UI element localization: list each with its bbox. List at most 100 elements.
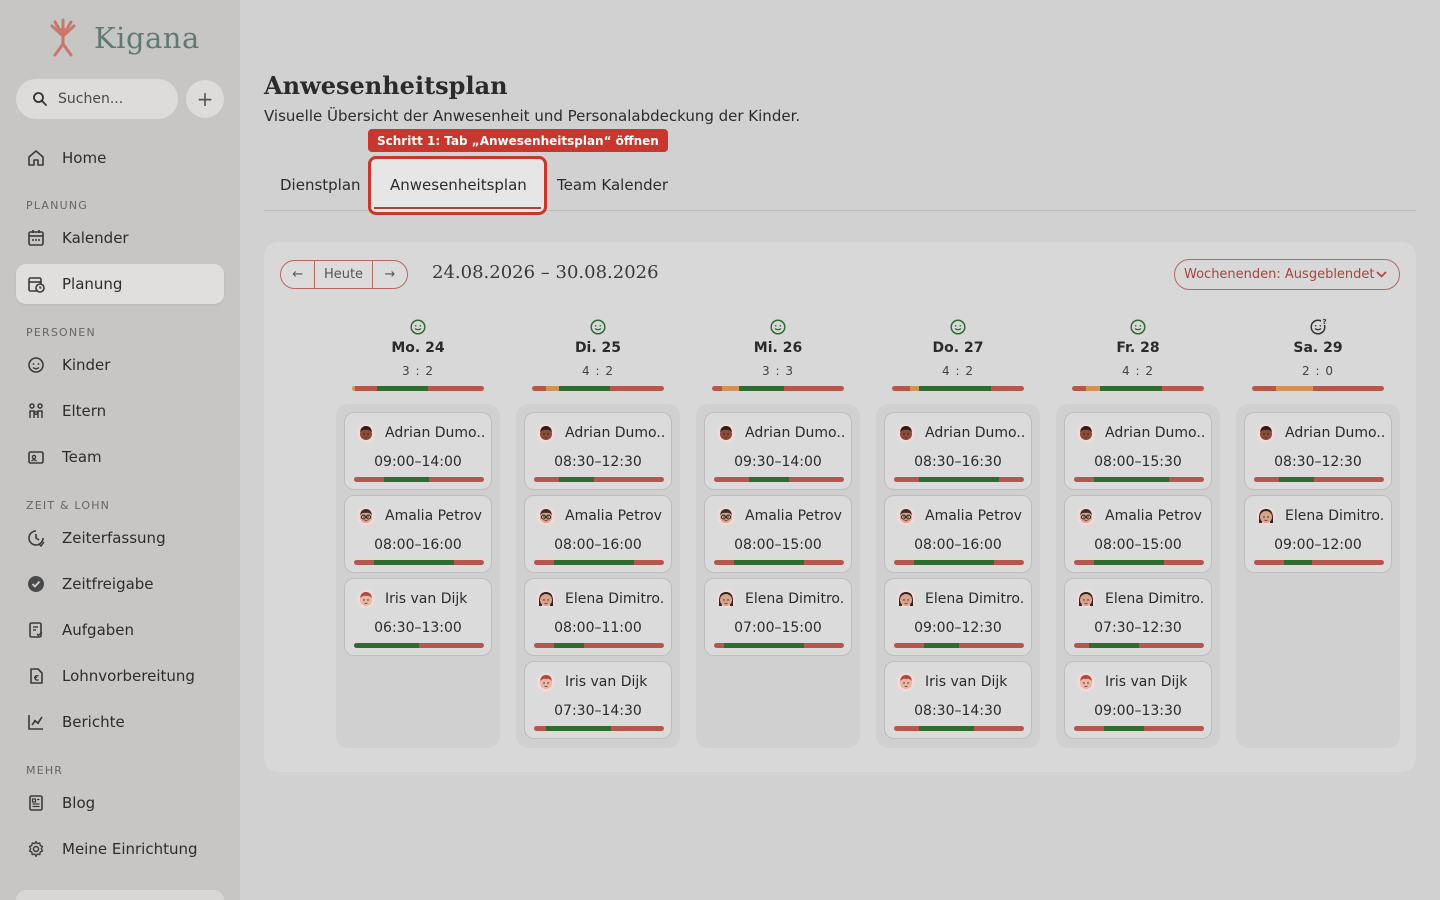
attendance-card[interactable]: Elena Dimitro... 08:00–11:00 (524, 578, 672, 656)
attendance-card[interactable]: Adrian Dumo... 09:00–14:00 (344, 412, 492, 490)
bar-segment (804, 643, 844, 648)
attendance-time: 09:30–14:00 (734, 454, 822, 470)
bar-segment (714, 643, 724, 648)
bar-segment (1104, 726, 1144, 731)
bar-segment (534, 560, 554, 565)
child-name: Elena Dimitro... (565, 591, 665, 607)
attendance-card[interactable]: Adrian Dumo... 08:30–12:30 (524, 412, 672, 490)
attendance-time: 07:30–12:30 (1094, 620, 1182, 636)
tab-team-kalender[interactable]: Team Kalender (557, 176, 668, 194)
girl-avatar (536, 672, 556, 692)
attendance-card[interactable]: Iris van Dijk 06:30–13:00 (344, 578, 492, 656)
sidebar-item-team[interactable]: Team (16, 437, 224, 477)
woman-avatar (536, 589, 556, 609)
child-name: Iris van Dijk (1105, 674, 1188, 690)
bar-segment (377, 386, 428, 391)
attendance-time: 08:00–16:00 (554, 537, 642, 553)
sidebar-item-berichte[interactable]: Berichte (16, 702, 224, 742)
attendance-card[interactable]: Adrian Dumo... 09:30–14:00 (704, 412, 852, 490)
glasses-avatar (1076, 506, 1096, 526)
attendance-card[interactable]: Adrian Dumo... 08:30–16:30 (884, 412, 1032, 490)
sidebar-item-zeitfreigabe[interactable]: Zeitfreigabe (16, 564, 224, 604)
day-coverage-bar (712, 386, 844, 391)
add-button[interactable]: + (186, 80, 224, 118)
sidebar-item-kalender[interactable]: Kalender (16, 218, 224, 258)
attendance-card[interactable]: Amalia Petrov 08:00–15:00 (1064, 495, 1212, 573)
clock-icon (28, 530, 45, 548)
attendance-card[interactable]: Amalia Petrov 08:00–15:00 (704, 495, 852, 573)
sidebar-item-label: Kinder (62, 356, 111, 374)
tab-dienstplan[interactable]: Dienstplan (280, 176, 361, 194)
sidebar-item-lohnvorbereitung[interactable]: Lohnvorbereitung (16, 656, 224, 696)
attendance-card[interactable]: Iris van Dijk 07:30–14:30 (524, 661, 672, 739)
attendance-time: 09:00–12:00 (1274, 537, 1362, 553)
attendance-card[interactable]: Amalia Petrov 08:00–16:00 (524, 495, 672, 573)
logo[interactable]: Kigana (46, 18, 200, 58)
bar-segment (722, 386, 739, 391)
week-navigation: ← Heute → (280, 260, 408, 289)
card-coverage-bar (534, 726, 664, 731)
attendance-time: 07:30–14:30 (554, 703, 642, 719)
home-icon (28, 150, 44, 166)
bar-segment (714, 477, 749, 482)
card-coverage-bar (1254, 560, 1384, 565)
bar-segment (804, 560, 844, 565)
prev-week-button[interactable]: ← (281, 261, 316, 288)
bar-segment (724, 643, 804, 648)
sidebar-item-home[interactable]: Home (16, 138, 224, 178)
bar-segment (1074, 726, 1104, 731)
search-input[interactable]: Suchen... (16, 79, 178, 119)
attendance-card[interactable]: Elena Dimitro... 07:00–15:00 (704, 578, 852, 656)
weekend-toggle-dropdown[interactable]: Wochenenden: Ausgeblendet (1174, 259, 1400, 290)
woman-avatar (716, 589, 736, 609)
child-name: Adrian Dumo... (1285, 425, 1385, 441)
bar-segment (1314, 477, 1384, 482)
sidebar-item-label: Team (62, 448, 102, 466)
attendance-time: 08:00–16:00 (374, 537, 462, 553)
attendance-card[interactable]: Elena Dimitro... 09:00–12:00 (1244, 495, 1392, 573)
bar-segment (532, 386, 546, 391)
section-label-planung: PLANUNG (26, 199, 88, 212)
attendance-time: 09:00–12:30 (914, 620, 1002, 636)
parents-icon (29, 403, 43, 418)
attendance-card[interactable]: Elena Dimitro... 09:00–12:30 (884, 578, 1032, 656)
day-column: Adrian Dumo... 08:30–12:30 Elena Dimitro… (1236, 404, 1400, 748)
tab-anwesenheitsplan[interactable]: Anwesenheitsplan (390, 176, 527, 194)
today-button[interactable]: Heute (315, 261, 373, 288)
attendance-card[interactable]: Iris van Dijk 09:00–13:30 (1064, 661, 1212, 739)
bar-segment (919, 477, 999, 482)
attendance-card[interactable]: Amalia Petrov 08:00–16:00 (344, 495, 492, 573)
bar-segment (910, 386, 919, 391)
bar-segment (919, 726, 974, 731)
sidebar-item-planung[interactable]: Planung (16, 264, 224, 304)
sidebar-item-blog[interactable]: Blog (16, 783, 224, 823)
attendance-card[interactable]: Adrian Dumo... 08:00–15:30 (1064, 412, 1212, 490)
attendance-card[interactable]: Iris van Dijk 08:30–14:30 (884, 661, 1032, 739)
attendance-card[interactable]: Elena Dimitro... 07:30–12:30 (1064, 578, 1212, 656)
woman-avatar (1076, 589, 1096, 609)
attendance-time: 08:00–16:00 (914, 537, 1002, 553)
child-name: Amalia Petrov (385, 508, 482, 524)
attendance-card[interactable]: Amalia Petrov 08:00–16:00 (884, 495, 1032, 573)
bar-segment (1100, 386, 1162, 391)
bar-segment (1254, 560, 1284, 565)
day-header: Di. 25 4 : 2 (516, 318, 680, 378)
sidebar-item-eltern[interactable]: Eltern (16, 391, 224, 431)
sidebar-item-kinder[interactable]: Kinder (16, 345, 224, 385)
sidebar-item-einrichtung[interactable]: Meine Einrichtung (16, 829, 224, 869)
weekend-toggle-label: Wochenenden: Ausgeblendet (1184, 267, 1375, 282)
sidebar-footer-card[interactable] (16, 890, 224, 900)
child-name: Iris van Dijk (385, 591, 468, 607)
child-name: Iris van Dijk (925, 674, 1008, 690)
bar-segment (894, 560, 914, 565)
sidebar-item-zeiterfassung[interactable]: Zeiterfassung (16, 518, 224, 558)
attendance-time: 08:30–14:30 (914, 703, 1002, 719)
girl-avatar (896, 672, 916, 692)
next-week-button[interactable]: → (373, 261, 407, 288)
bar-segment (712, 386, 722, 391)
sidebar-item-aufgaben[interactable]: Aufgaben (16, 610, 224, 650)
attendance-card[interactable]: Adrian Dumo... 08:30–12:30 (1244, 412, 1392, 490)
sidebar-item-label: Meine Einrichtung (62, 840, 198, 858)
chart-icon (28, 715, 43, 730)
sidebar-item-label: Home (62, 149, 107, 167)
